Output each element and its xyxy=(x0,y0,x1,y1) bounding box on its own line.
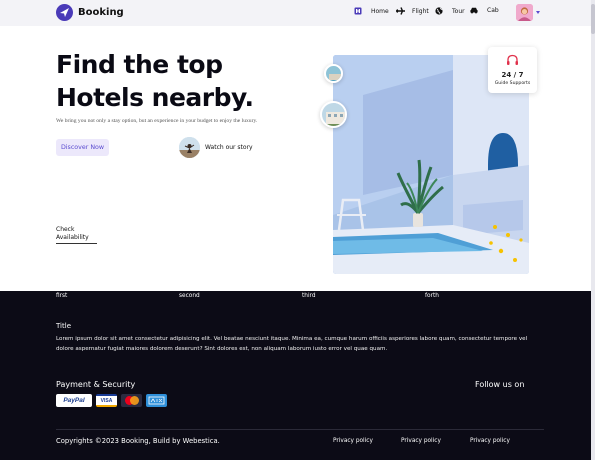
support-value: 24 / 7 xyxy=(501,71,524,79)
nav-label-cab: Cab xyxy=(487,7,499,14)
plane-logo-icon xyxy=(56,4,73,21)
hero-description: We bring you not only a stay option, but… xyxy=(56,118,258,124)
amex-logo xyxy=(146,394,167,407)
footer-tab-first[interactable]: first xyxy=(56,293,67,299)
support-label: Guide Supports xyxy=(494,81,531,86)
nav-item-flight[interactable]: Flight xyxy=(396,7,429,15)
footer-divider xyxy=(56,429,544,430)
vertical-scrollbar[interactable] xyxy=(591,0,595,460)
top-navbar: Booking Home Flight Tour Cab xyxy=(0,0,595,26)
brand-logo[interactable]: Booking xyxy=(56,4,124,21)
video-thumbnail xyxy=(179,137,200,158)
payment-heading: Payment & Security xyxy=(56,380,136,389)
watch-story-label: Watch our story xyxy=(205,144,253,151)
chevron-down-icon[interactable] xyxy=(536,11,540,14)
globe-icon xyxy=(435,7,443,15)
hotel-thumbnail-large[interactable] xyxy=(320,101,347,128)
payment-logos: PayPal VISA xyxy=(56,394,167,407)
watch-story-link[interactable]: Watch our story xyxy=(179,137,253,158)
footer-body-text: Lorem ipsum dolor sit amet consectetur a… xyxy=(56,336,528,352)
footer-tab-forth[interactable]: forth xyxy=(425,293,439,299)
footer-tab-third[interactable]: third xyxy=(302,293,316,299)
hotel-thumbnail-small[interactable] xyxy=(324,64,343,83)
discover-now-button[interactable]: Discover Now xyxy=(56,139,109,156)
copyright-text: Copyrights ©2023 Booking, Build by Webes… xyxy=(56,437,220,445)
check-line1: Check xyxy=(56,226,75,233)
nav-label-tour: Tour xyxy=(452,7,465,15)
follow-heading: Follow us on xyxy=(475,380,525,389)
check-availability-label[interactable]: Check Availability xyxy=(56,226,89,242)
headset-icon xyxy=(506,54,519,72)
privacy-policy-link-2[interactable]: Privacy policy xyxy=(401,438,441,444)
car-icon xyxy=(470,7,478,14)
check-line2: Availability xyxy=(56,234,89,241)
footer-title: Title xyxy=(56,322,72,330)
user-avatar[interactable] xyxy=(516,4,533,21)
footer-tab-second[interactable]: second xyxy=(179,293,200,299)
privacy-policy-link-3[interactable]: Privacy policy xyxy=(470,438,510,444)
scrollbar-thumb[interactable] xyxy=(591,4,595,34)
nav-label-home: Home xyxy=(371,7,389,15)
plane-icon xyxy=(396,7,405,15)
hotel-icon xyxy=(354,7,362,15)
hero-title: Find the top Hotels nearby. xyxy=(56,48,254,114)
hero-title-line2: Hotels nearby. xyxy=(56,83,254,112)
nav-item-cab[interactable]: Cab xyxy=(470,7,499,14)
support-card: 24 / 7 Guide Supports xyxy=(488,47,537,93)
paypal-logo: PayPal xyxy=(56,394,92,407)
visa-logo: VISA xyxy=(96,394,117,407)
nav-item-home[interactable]: Home xyxy=(354,7,389,15)
nav-label-flight: Flight xyxy=(412,7,429,15)
nav-item-tour[interactable]: Tour xyxy=(435,7,465,15)
privacy-policy-link-1[interactable]: Privacy policy xyxy=(333,438,373,444)
check-availability-underline xyxy=(56,243,97,244)
mastercard-logo xyxy=(121,394,142,407)
footer: first second third forth Title Lorem ips… xyxy=(0,291,595,460)
brand-name: Booking xyxy=(78,7,124,18)
hero-title-line1: Find the top xyxy=(56,50,223,79)
